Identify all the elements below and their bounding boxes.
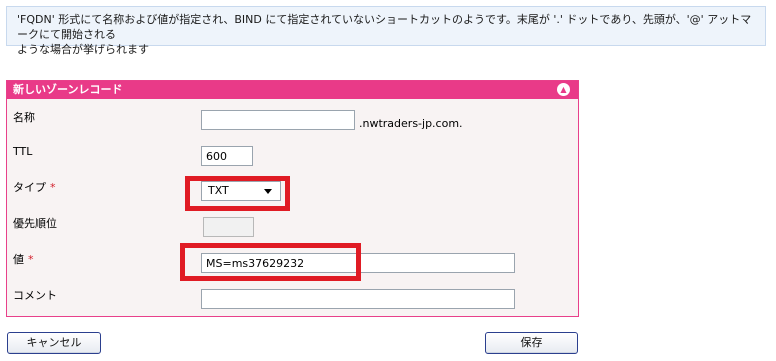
save-button[interactable]: 保存 (485, 332, 578, 354)
value-highlight-box (180, 243, 361, 281)
priority-label: 優先順位 (13, 217, 57, 230)
name-input[interactable] (201, 110, 355, 130)
required-mark: * (28, 253, 34, 266)
ttl-input[interactable] (201, 146, 253, 166)
type-label: タイプ * (13, 181, 56, 194)
cancel-button[interactable]: キャンセル (7, 332, 101, 354)
info-line-2: ような場合が挙げられます (17, 43, 149, 56)
value-label: 値 * (13, 253, 34, 266)
priority-row: 優先順位 (7, 213, 578, 243)
chevron-up-icon[interactable]: ▲ (557, 83, 570, 96)
info-line-1: 'FQDN' 形式にて名称および値が指定され、BIND にて指定されていないショ… (17, 13, 752, 41)
comment-input[interactable] (201, 289, 515, 309)
name-label: 名称 (13, 111, 35, 124)
comment-row: コメント (7, 285, 578, 317)
type-highlight-box (185, 176, 290, 211)
new-zone-record-panel: 新しいゾーンレコード ▲ 名称 .nwtraders-jp.com. TTL タ… (6, 80, 579, 317)
type-row: タイプ * TXT (7, 177, 578, 209)
domain-suffix: .nwtraders-jp.com. (359, 117, 463, 130)
panel-header: 新しいゾーンレコード ▲ (7, 81, 578, 99)
info-message: 'FQDN' 形式にて名称および値が指定され、BIND にて指定されていないショ… (6, 6, 766, 56)
ttl-label: TTL (13, 145, 33, 158)
panel-title: 新しいゾーンレコード (13, 83, 123, 96)
priority-input (203, 217, 254, 237)
ttl-row: TTL (7, 143, 578, 173)
required-mark: * (50, 181, 56, 194)
comment-label: コメント (13, 289, 57, 302)
name-row: 名称 .nwtraders-jp.com. (7, 107, 578, 137)
